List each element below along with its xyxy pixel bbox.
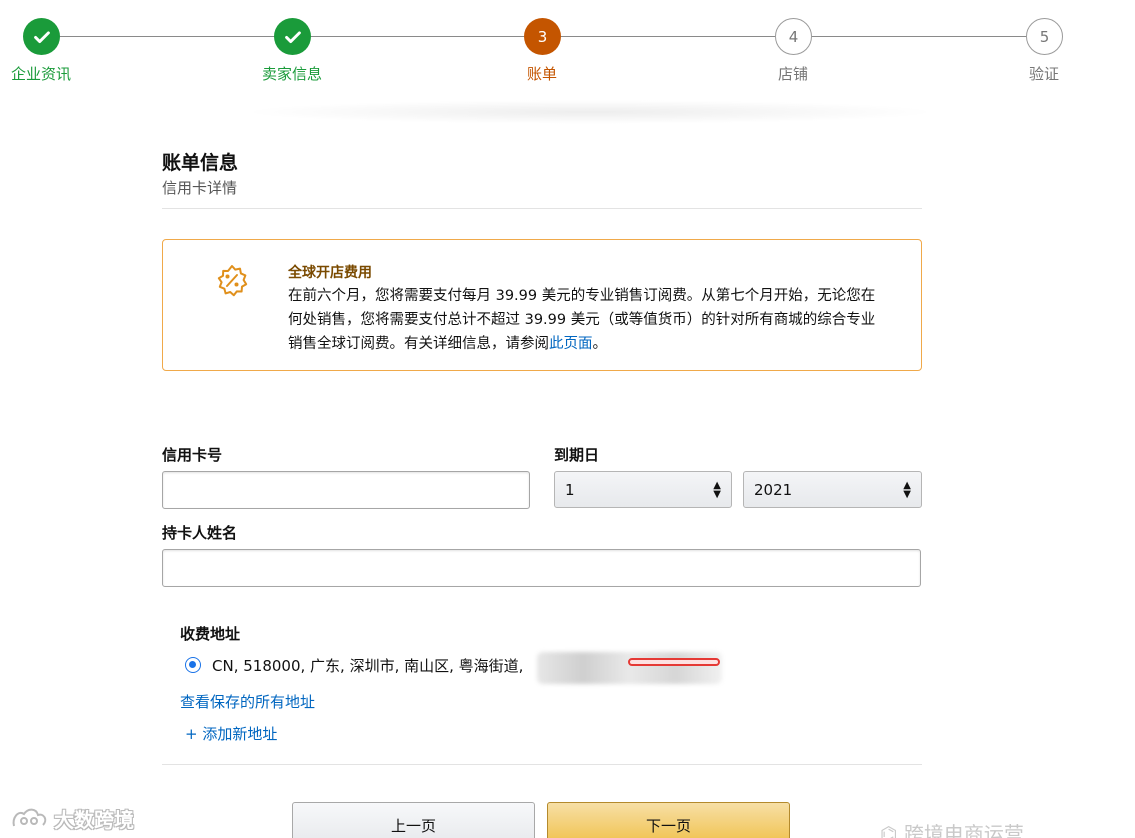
notice-title: 全球开店费用 [288,265,372,281]
global-fee-notice: 全球开店费用 在前六个月，您将需要支付每月 39.99 美元的专业销售订阅费。从… [162,239,922,371]
header-divider [162,208,922,209]
footer-divider [162,764,922,765]
step-connector [311,36,524,37]
redacted-address-blur [537,652,722,684]
cardholder-name-label: 持卡人姓名 [162,524,238,542]
step-2-label: 卖家信息 [261,65,322,83]
expiry-year-value: 2021 [754,480,793,499]
this-page-link[interactable]: 此页面 [549,336,593,352]
step-connector [561,36,775,37]
progress-stepper: 3 4 5 企业资讯 卖家信息 账单 店铺 验证 [0,0,1135,124]
checkmark-icon [284,30,301,43]
step-3-label: 账单 [526,65,557,83]
card-number-input[interactable] [162,471,530,509]
page-title: 账单信息 [162,152,239,174]
view-all-addresses-link[interactable]: 查看保存的所有地址 [180,691,315,712]
select-arrows-icon: ▲ ▼ [713,480,721,500]
step-5-label: 验证 [1028,65,1059,83]
address-radio[interactable] [185,657,201,673]
expiry-month-select[interactable]: 1 ▲ ▼ [554,471,732,508]
step-1-complete-icon [23,18,60,55]
watermark-right: ⌬ 跨境电商运营 [880,818,1135,838]
notice-body: 在前六个月，您将需要支付每月 39.99 美元的专业销售订阅费。从第七个月开始，… [288,284,888,356]
watermark-right-text: 跨境电商运营 [903,822,1024,838]
step-connector [60,36,275,37]
step-5-pending: 5 [1026,18,1063,55]
step-connector [812,36,1026,37]
expiry-label: 到期日 [554,446,600,464]
page-subtitle: 信用卡详情 [162,179,238,197]
previous-button[interactable]: 上一页 [292,802,535,838]
add-new-address-link[interactable]: + 添加新地址 [185,723,277,744]
next-button[interactable]: 下一页 [547,802,790,838]
watermark-left-text: 大数跨境 [54,808,134,832]
watermark-logo-icon [12,808,47,826]
cardholder-name-input[interactable] [162,549,921,587]
select-arrows-icon: ▲ ▼ [903,480,911,500]
card-number-label: 信用卡号 [162,446,223,464]
redaction-mark [628,658,720,666]
step-1-label: 企业资讯 [10,65,71,83]
checkmark-icon [33,30,50,43]
step-4-pending: 4 [775,18,812,55]
watermark-left: 大数跨境 [10,804,134,833]
expiry-month-value: 1 [565,480,575,499]
billing-address-label: 收费地址 [180,625,241,643]
step-2-complete-icon [274,18,311,55]
step-3-current: 3 [524,18,561,55]
expiry-year-select[interactable]: 2021 ▲ ▼ [743,471,922,508]
step-4-label: 店铺 [777,65,808,83]
notice-suffix: 。 [592,336,608,352]
badge-percent-icon [217,265,248,297]
address-text: CN, 518000, 广东, 深圳市, 南山区, 粤海街道, [212,657,524,675]
